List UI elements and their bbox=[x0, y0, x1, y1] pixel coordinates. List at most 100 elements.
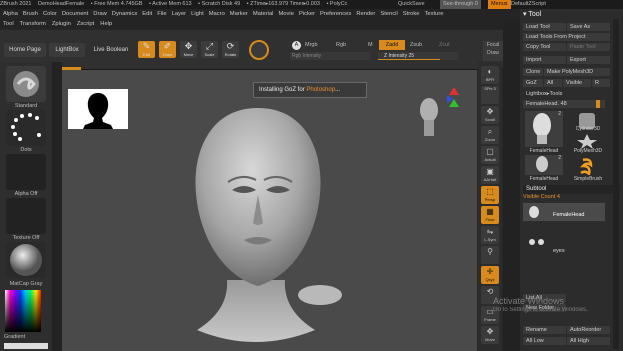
view-tool-persp[interactable]: ⬚ Persp bbox=[481, 186, 499, 204]
tool-move-button[interactable]: ✥ Move bbox=[180, 41, 197, 58]
menu-zscript[interactable]: Zscript bbox=[77, 21, 94, 27]
texture-thumb[interactable] bbox=[6, 198, 46, 234]
mrgb-button[interactable]: Mrgb bbox=[305, 42, 318, 48]
menu-document[interactable]: Document bbox=[62, 11, 88, 17]
navigation-head-widget[interactable] bbox=[417, 94, 441, 142]
rename-button[interactable]: Rename bbox=[523, 326, 566, 334]
tool-edit-button[interactable]: ✎ Edit bbox=[138, 41, 155, 58]
view-tool-zoom[interactable]: ⌕ Zoom bbox=[481, 126, 499, 144]
standard-brush-thumb[interactable] bbox=[6, 66, 46, 102]
view-tool-actual[interactable]: ▢ Actual bbox=[481, 146, 499, 164]
menu-dynamics[interactable]: Dynamics bbox=[112, 11, 137, 17]
tool-header[interactable]: ▾ Tool bbox=[523, 10, 541, 18]
zsub-button[interactable]: Zsub bbox=[410, 42, 422, 48]
menu-picker[interactable]: Picker bbox=[299, 11, 315, 17]
menu-macro[interactable]: Macro bbox=[209, 11, 225, 17]
menu-stencil[interactable]: Stencil bbox=[380, 11, 397, 17]
menu-texture[interactable]: Texture bbox=[425, 11, 444, 17]
zcut-button[interactable]: Zcut bbox=[439, 42, 450, 48]
alpha-thumb[interactable] bbox=[6, 154, 46, 190]
view-tool-scroll[interactable]: ✥ Scroll bbox=[481, 106, 499, 124]
see-through-slider[interactable]: See-through 0 bbox=[440, 0, 481, 9]
menu-brush[interactable]: Brush bbox=[23, 11, 38, 17]
slider-knob[interactable] bbox=[596, 100, 600, 108]
export-button[interactable]: Export bbox=[567, 56, 610, 64]
make-polymesh3d-button[interactable]: Make PolyMesh3D bbox=[544, 68, 610, 76]
visible-count[interactable]: Visible Count 4 bbox=[523, 194, 560, 200]
tool-rotate-button[interactable]: ⟳ Rotate bbox=[222, 41, 239, 58]
menus-button[interactable]: Menus bbox=[488, 0, 511, 9]
tool-scale-button[interactable]: ⤢ Scale bbox=[201, 41, 218, 58]
import-button[interactable]: Import bbox=[523, 56, 566, 64]
female-head-slider[interactable]: FemaleHead. 48 bbox=[523, 100, 605, 108]
subtool-row-eyes[interactable]: eyes bbox=[523, 235, 605, 254]
focal-shift-button[interactable]: Focal Draw bbox=[483, 41, 503, 61]
menu-preferences[interactable]: Preferences bbox=[320, 11, 351, 17]
tool-thumb-simplebrush[interactable] bbox=[570, 157, 604, 177]
menu-tool[interactable]: Tool bbox=[3, 21, 14, 27]
tool-draw-button[interactable]: ✐ Draw bbox=[159, 41, 176, 58]
polycount: • PolyCc bbox=[326, 1, 348, 7]
goz-visible-button[interactable]: Visible bbox=[563, 79, 591, 87]
color-picker[interactable] bbox=[5, 290, 41, 332]
default-zscript-button[interactable]: DefaultZScript bbox=[511, 0, 546, 9]
menu-file[interactable]: File bbox=[157, 11, 166, 17]
copy-tool-button[interactable]: Copy Tool bbox=[523, 43, 566, 51]
menu-material[interactable]: Material bbox=[253, 11, 274, 17]
view-tool-floor[interactable]: ▦ Floor bbox=[481, 206, 499, 224]
view-tool-item-9[interactable]: ⚲ bbox=[481, 246, 499, 264]
gradient-swatch[interactable] bbox=[4, 343, 48, 349]
view-tool-qxyz[interactable]: ✛ Qxyz bbox=[481, 266, 499, 284]
palette-scrollbar[interactable] bbox=[613, 19, 619, 349]
tool-thumb-polymesh[interactable] bbox=[570, 133, 604, 149]
goz-button[interactable]: GoZ bbox=[523, 79, 543, 87]
menu-alpha[interactable]: Alpha bbox=[3, 11, 18, 17]
menu-help[interactable]: Help bbox=[100, 21, 112, 27]
quicksave-button[interactable]: QuickSave bbox=[398, 0, 425, 9]
menu-color[interactable]: Color bbox=[43, 11, 57, 17]
menu-edit[interactable]: Edit bbox=[142, 11, 152, 17]
view-tool-bpr[interactable]: ◐ BPR bbox=[481, 66, 499, 84]
auto-reorder-button[interactable]: AutoReorder bbox=[567, 326, 610, 334]
axis-gizmo[interactable] bbox=[447, 87, 459, 112]
viewport-canvas[interactable] bbox=[62, 70, 477, 351]
dots-stroke-thumb[interactable] bbox=[6, 110, 46, 146]
menu-layer[interactable]: Layer bbox=[172, 11, 187, 17]
tool-thumb-femalehead[interactable]: 2 bbox=[525, 111, 563, 147]
rgb-intensity-slider[interactable]: Rgb Intensity bbox=[290, 52, 370, 60]
view-tool-l-sym[interactable]: ⇋ L.Sym bbox=[481, 226, 499, 244]
menu-zplugin[interactable]: Zplugin bbox=[52, 21, 71, 27]
m-button[interactable]: M bbox=[368, 42, 373, 48]
subtool-header[interactable]: Subtool bbox=[523, 185, 620, 194]
home-page-button[interactable]: Home Page bbox=[4, 43, 46, 57]
all-high-button[interactable]: All High bbox=[567, 337, 610, 345]
live-boolean-button[interactable]: Live Boolean bbox=[88, 43, 134, 57]
lightbox-tools-button[interactable]: Lightbox▸Tools bbox=[523, 90, 583, 98]
save-as-button[interactable]: Save As bbox=[567, 23, 610, 31]
menu-stroke[interactable]: Stroke bbox=[403, 11, 420, 17]
load-tools-from-project-button[interactable]: Load Tools From Project bbox=[523, 33, 610, 41]
view-tool-aahalf[interactable]: ▣ AAHalf bbox=[481, 166, 499, 184]
menu-light[interactable]: Light bbox=[191, 11, 204, 17]
a-toggle[interactable]: A bbox=[292, 41, 301, 50]
lightbox-button[interactable]: LightBox bbox=[49, 43, 85, 57]
menu-transform[interactable]: Transform bbox=[20, 21, 46, 27]
zadd-button[interactable]: Zadd bbox=[379, 40, 405, 50]
all-low-button[interactable]: All Low bbox=[523, 337, 566, 345]
load-tool-button[interactable]: Load Tool bbox=[523, 23, 566, 31]
matcap-thumb[interactable] bbox=[6, 242, 46, 278]
goz-all-button[interactable]: All bbox=[544, 79, 562, 87]
rgb-button[interactable]: Rgb bbox=[336, 42, 346, 48]
tool-thumb-femalehead-2[interactable]: 2 bbox=[525, 155, 563, 175]
r-button[interactable]: R bbox=[592, 79, 610, 87]
menu-render[interactable]: Render bbox=[356, 11, 375, 17]
menu-marker[interactable]: Marker bbox=[230, 11, 248, 17]
view-tool-spix-3[interactable]: SPix 3 bbox=[481, 86, 499, 104]
view-tool-move[interactable]: ✥ Move bbox=[481, 326, 499, 344]
subtool-row-femalehead[interactable]: FemaleHead bbox=[523, 203, 605, 221]
menu-draw[interactable]: Draw bbox=[93, 11, 107, 17]
brush-preview-icon[interactable] bbox=[249, 40, 269, 60]
menu-movie[interactable]: Movie bbox=[278, 11, 293, 17]
paste-tool-button[interactable]: Paste Tool bbox=[567, 43, 610, 51]
clone-button[interactable]: Clone bbox=[523, 68, 543, 76]
